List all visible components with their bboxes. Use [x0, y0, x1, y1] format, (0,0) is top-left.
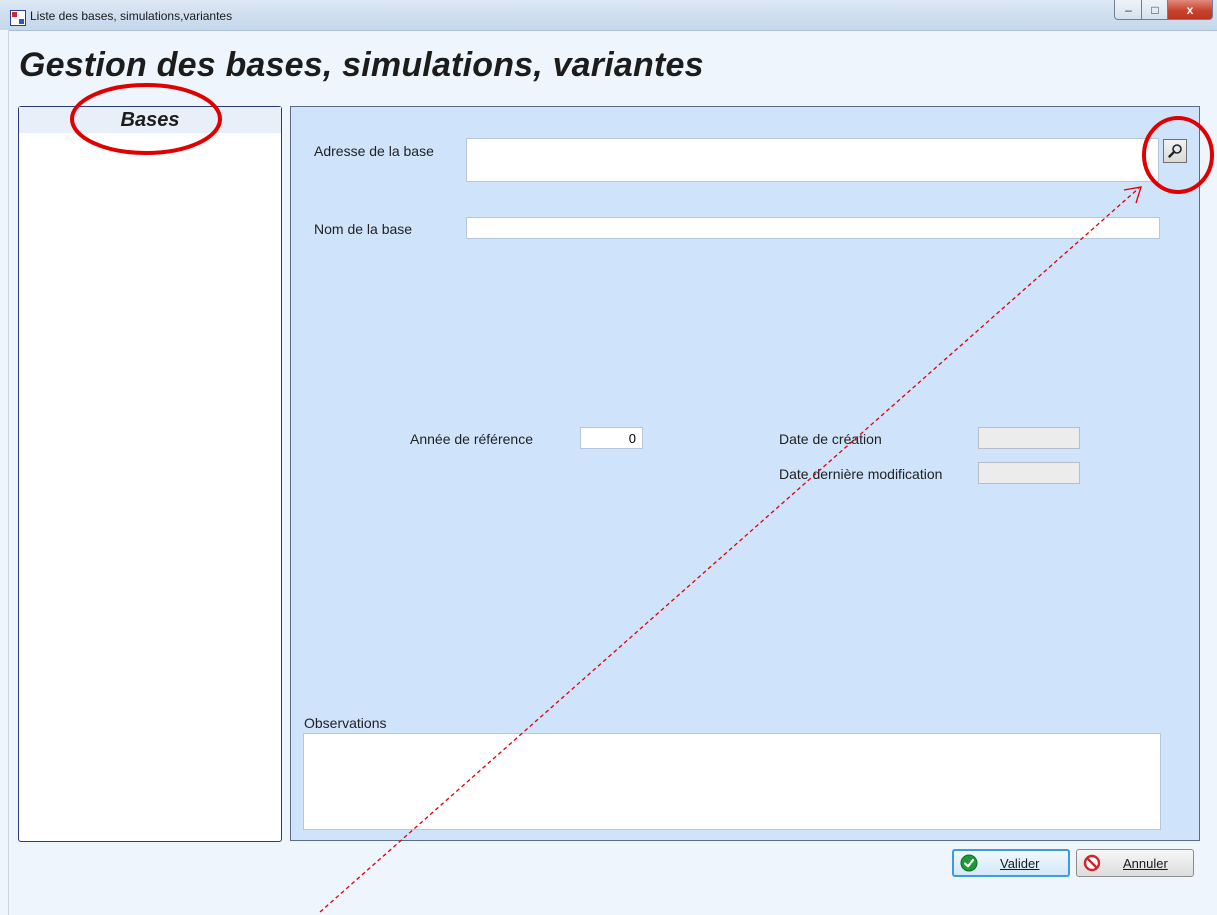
app-icon [10, 10, 26, 26]
window-left-border [0, 30, 9, 915]
page-title: Gestion des bases, simulations, variante… [19, 46, 704, 84]
nom-field[interactable] [466, 217, 1160, 239]
browse-button[interactable] [1163, 139, 1187, 163]
cancel-icon [1083, 854, 1101, 872]
annee-field[interactable] [580, 427, 643, 449]
valider-button[interactable]: Valider [952, 849, 1070, 877]
maximize-button[interactable]: □ [1141, 0, 1169, 20]
observations-field[interactable] [303, 733, 1161, 830]
close-icon: x [1186, 2, 1194, 17]
minimize-button[interactable]: – [1114, 0, 1143, 20]
nom-input[interactable] [467, 218, 1159, 238]
observations-textarea[interactable] [304, 734, 1160, 829]
magnifier-icon [1168, 144, 1182, 158]
title-bar[interactable]: Liste des bases, simulations,variantes –… [0, 0, 1217, 31]
date-modif-label: Date dernière modification [779, 466, 943, 482]
date-modif-field [978, 462, 1080, 484]
checkmark-icon [960, 854, 978, 872]
date-creation-field [978, 427, 1080, 449]
date-creation-input [979, 428, 1079, 448]
date-creation-label: Date de création [779, 431, 882, 447]
annee-input[interactable] [581, 428, 642, 448]
date-modif-input [979, 463, 1079, 483]
adresse-field[interactable] [466, 138, 1159, 182]
window-title: Liste des bases, simulations,variantes [30, 9, 233, 23]
nom-label: Nom de la base [314, 221, 413, 237]
annuler-button[interactable]: Annuler [1076, 849, 1194, 877]
minimize-icon: – [1125, 2, 1132, 17]
annuler-label: Annuler [1123, 855, 1168, 871]
bases-list-panel[interactable]: Bases [18, 106, 282, 842]
annee-label: Année de référence [410, 431, 533, 447]
application-window: Liste des bases, simulations,variantes –… [0, 0, 1217, 915]
adresse-input[interactable] [467, 139, 1158, 181]
bases-header: Bases [19, 107, 281, 133]
maximize-icon: □ [1151, 2, 1159, 17]
observations-label: Observations [304, 715, 387, 731]
valider-label: Valider [1000, 855, 1040, 871]
close-button[interactable]: x [1167, 0, 1213, 20]
adresse-label: Adresse de la base [314, 143, 434, 159]
